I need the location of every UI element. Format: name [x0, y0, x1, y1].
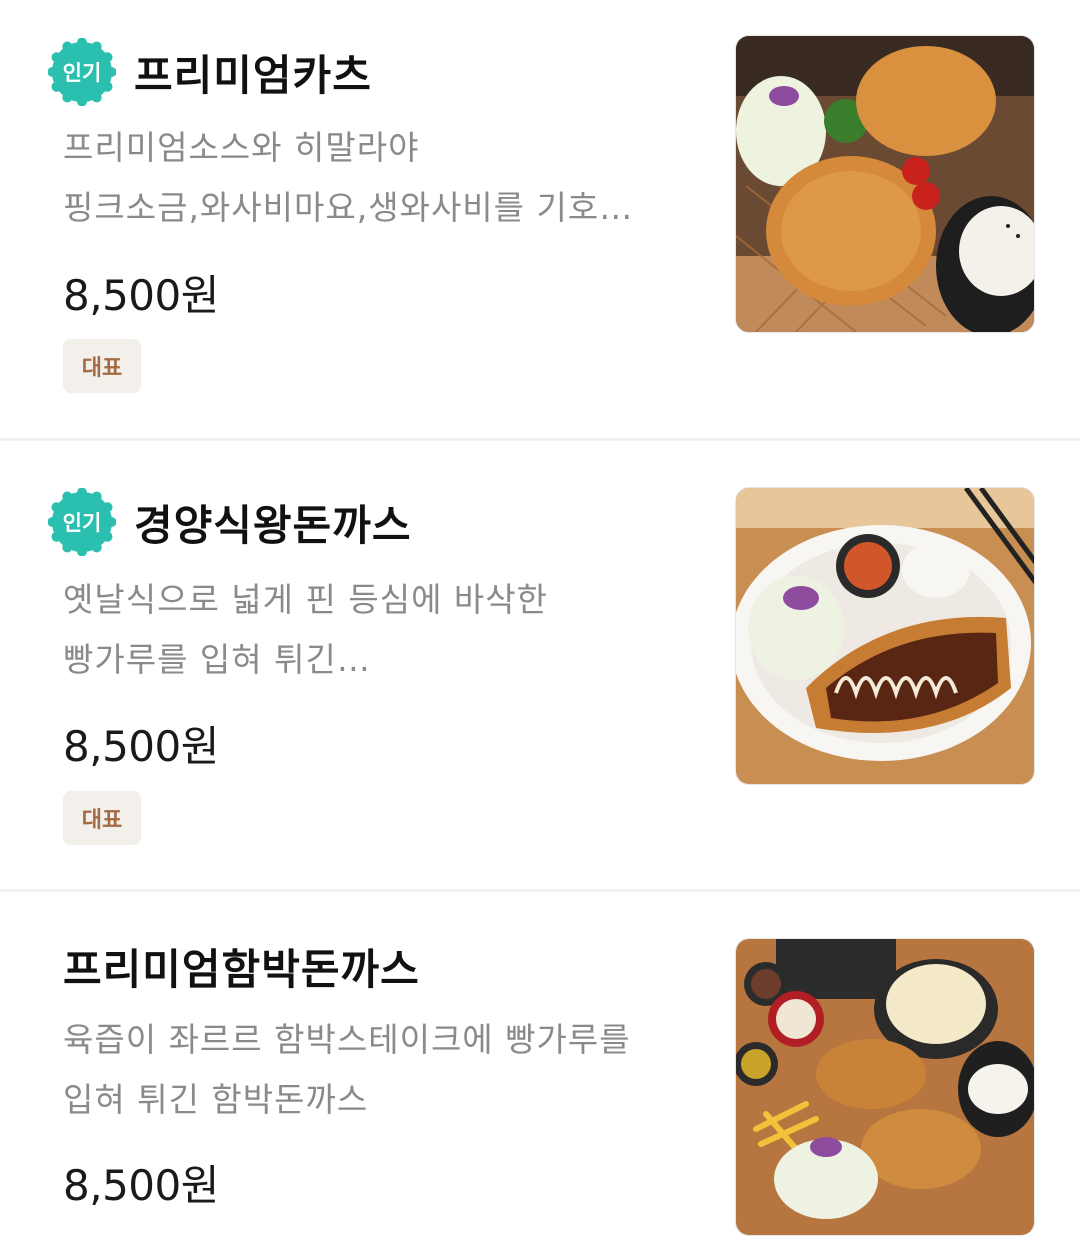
description-line: 핑크소금,와사비마요,생와사비를 기호…	[63, 188, 634, 227]
popular-badge: 인기	[48, 488, 116, 556]
menu-item-price: 8,500원	[63, 722, 219, 771]
description-line: 입혀 튀긴 함박돈까스	[63, 1080, 369, 1119]
description-line: 육즙이 좌르르 함박스테이크에 빵가루를	[63, 1020, 631, 1059]
king-donkatsu-photo-icon[interactable]	[735, 487, 1035, 785]
description-line: 옛날식으로 넓게 핀 등심에 바삭한	[63, 580, 548, 619]
popular-badge: 인기	[48, 38, 116, 106]
popular-badge-label: 인기	[62, 511, 102, 535]
menu-item-name: 프리미엄함박돈까스	[63, 945, 420, 994]
menu-item-price: 8,500원	[63, 271, 219, 320]
menu-item-description: 옛날식으로 넓게 핀 등심에 바삭한 빵가루를 입혀 튀긴…	[63, 570, 703, 690]
hambak-donkatsu-photo-icon[interactable]	[735, 938, 1035, 1236]
menu-item-name: 프리미엄카츠	[134, 50, 372, 100]
menu-item-name: 경양식왕돈까스	[134, 500, 412, 550]
menu-item[interactable]: 인기 경양식왕돈까스 옛날식으로 넓게 핀 등심에 바삭한 빵가루를 입혀 튀긴…	[0, 441, 1080, 889]
description-line: 프리미엄소스와 히말라야	[63, 128, 420, 167]
menu-item-title-row: 프리미엄함박돈까스	[63, 936, 420, 997]
menu-item-title-row: 인기 프리미엄카츠	[48, 38, 372, 106]
description-line: 빵가루를 입혀 튀긴…	[63, 640, 371, 679]
menu-item[interactable]: 프리미엄함박돈까스 육즙이 좌르르 함박스테이크에 빵가루를 입혀 튀긴 함박돈…	[0, 892, 1080, 1240]
popular-badge-label: 인기	[62, 61, 102, 85]
menu-item-title-row: 인기 경양식왕돈까스	[48, 488, 411, 556]
signature-tag: 대표	[63, 339, 141, 393]
menu-item-description: 프리미엄소스와 히말라야 핑크소금,와사비마요,생와사비를 기호…	[63, 118, 703, 238]
premium-katsu-photo-icon[interactable]	[735, 35, 1035, 333]
signature-tag: 대표	[63, 791, 141, 845]
menu-item-description: 육즙이 좌르르 함박스테이크에 빵가루를 입혀 튀긴 함박돈까스	[63, 1010, 703, 1130]
menu-item[interactable]: 인기 프리미엄카츠 프리미엄소스와 히말라야 핑크소금,와사비마요,생와사비를 …	[0, 0, 1080, 438]
menu-item-price: 8,500원	[63, 1161, 219, 1210]
